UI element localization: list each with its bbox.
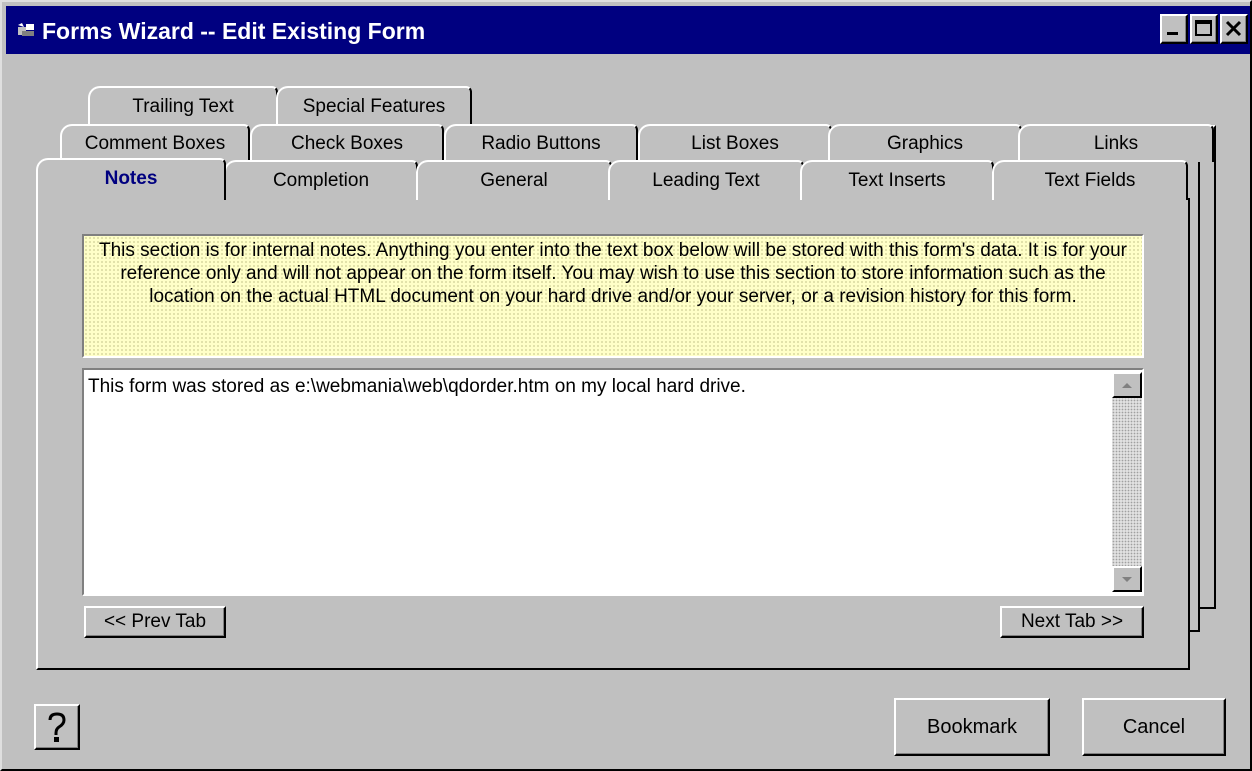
app-icon — [18, 23, 34, 36]
bookmark-button[interactable]: Bookmark — [894, 698, 1050, 756]
title-bar[interactable]: Forms Wizard -- Edit Existing Form — [6, 6, 1250, 54]
scroll-up-button[interactable] — [1112, 372, 1142, 398]
notes-scrollbar[interactable] — [1112, 372, 1142, 592]
maximize-icon — [1195, 20, 1212, 36]
tab-radio-buttons[interactable]: Radio Buttons — [444, 124, 638, 162]
tab-text-fields[interactable]: Text Fields — [992, 160, 1188, 200]
maximize-button[interactable] — [1190, 14, 1218, 44]
scroll-down-arrow-icon — [1122, 577, 1132, 582]
notes-info-text: This section is for internal notes. Anyt… — [82, 234, 1144, 358]
tab-leading-text[interactable]: Leading Text — [608, 160, 804, 200]
tab-general[interactable]: General — [416, 160, 612, 200]
minimize-icon — [1167, 32, 1178, 35]
tab-comment-boxes[interactable]: Comment Boxes — [60, 124, 250, 162]
prev-tab-button[interactable]: << Prev Tab — [84, 606, 226, 638]
tab-notes[interactable]: Notes — [36, 158, 226, 200]
tab-list-boxes[interactable]: List Boxes — [638, 124, 832, 162]
tab-links[interactable]: Links — [1018, 124, 1214, 162]
cancel-button[interactable]: Cancel — [1082, 698, 1226, 756]
tab-trailing-text[interactable]: Trailing Text — [88, 86, 278, 126]
tab-special-features[interactable]: Special Features — [276, 86, 472, 126]
minimize-button[interactable] — [1160, 14, 1188, 44]
scroll-up-arrow-icon — [1122, 383, 1132, 388]
scroll-down-button[interactable] — [1112, 566, 1142, 592]
next-tab-button[interactable]: Next Tab >> — [1000, 606, 1144, 638]
window-title: Forms Wizard -- Edit Existing Form — [42, 18, 426, 44]
notes-textarea[interactable]: This form was stored as e:\webmania\web\… — [82, 368, 1144, 596]
forms-wizard-window: Forms Wizard -- Edit Existing Form Trail… — [0, 0, 1252, 771]
question-mark-icon — [48, 712, 66, 742]
tab-graphics[interactable]: Graphics — [828, 124, 1022, 162]
tab-completion[interactable]: Completion — [224, 160, 418, 200]
close-button[interactable] — [1220, 14, 1248, 44]
close-icon — [1225, 20, 1242, 37]
notes-text-value[interactable]: This form was stored as e:\webmania\web\… — [88, 375, 746, 399]
tab-check-boxes[interactable]: Check Boxes — [250, 124, 444, 162]
help-button[interactable] — [34, 704, 80, 750]
tab-text-inserts[interactable]: Text Inserts — [800, 160, 994, 200]
